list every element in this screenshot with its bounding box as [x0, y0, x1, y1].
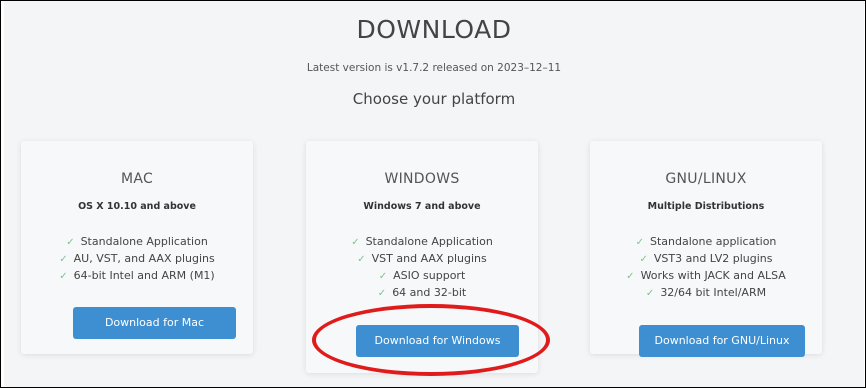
- download-mac-button[interactable]: Download for Mac: [73, 307, 236, 339]
- platform-requirement: Windows 7 and above: [363, 201, 481, 212]
- feature-item: ✓ Standalone Application: [306, 233, 538, 250]
- platform-requirement: OS X 10.10 and above: [78, 201, 196, 212]
- feature-label: Standalone Application: [80, 235, 208, 248]
- check-icon: ✓: [626, 271, 635, 282]
- feature-label: VST and AAX plugins: [371, 252, 487, 265]
- feature-item: ✓ 32/64 bit Intel/ARM: [590, 284, 822, 301]
- choose-platform-heading: Choose your platform: [352, 90, 516, 108]
- check-icon: ✓: [351, 237, 360, 248]
- download-page: DOWNLOAD Latest version is v1.7.2 releas…: [4, 1, 864, 387]
- platform-card-mac: MAC OS X 10.10 and above ✓ Standalone App…: [21, 141, 253, 354]
- feature-list: ✓ Standalone Application ✓ AU, VST, and AA…: [21, 233, 253, 284]
- platform-name: GNU/LINUX: [665, 171, 747, 187]
- check-icon: ✓: [377, 288, 387, 299]
- check-icon: ✓: [66, 237, 75, 248]
- check-icon: ✓: [357, 254, 366, 265]
- feature-label: Standalone Application: [365, 235, 493, 248]
- feature-item: ✓ VST3 and LV2 plugins: [590, 250, 822, 267]
- feature-label: VST3 and LV2 plugins: [653, 252, 773, 265]
- feature-item: ✓ 64-bit Intel and ARM (M1): [21, 267, 253, 284]
- check-icon: ✓: [635, 237, 644, 248]
- check-icon: ✓: [378, 271, 388, 282]
- platform-card-windows: WINDOWS Windows 7 and above ✓ Standalone …: [306, 141, 538, 373]
- feature-label: AU, VST, and AAX plugins: [73, 252, 215, 265]
- feature-label: 64-bit Intel and ARM (M1): [73, 269, 215, 282]
- feature-label: ASIO support: [393, 269, 466, 282]
- check-icon: ✓: [645, 288, 655, 299]
- screenshot-frame: DOWNLOAD Latest version is v1.7.2 releas…: [0, 0, 866, 388]
- platform-requirement: Multiple Distributions: [647, 201, 765, 212]
- feature-list: ✓ Standalone application ✓ VST3 and LV2 pl…: [590, 233, 822, 301]
- platform-name: WINDOWS: [384, 171, 460, 187]
- download-windows-button[interactable]: Download for Windows: [356, 325, 519, 357]
- download-linux-button[interactable]: Download for GNU/Linux: [639, 325, 805, 357]
- feature-item: ✓ Standalone Application: [21, 233, 253, 250]
- check-icon: ✓: [59, 271, 68, 282]
- platform-name: MAC: [120, 171, 154, 187]
- feature-item: ✓ Works with JACK and ALSA: [590, 267, 822, 284]
- check-icon: ✓: [59, 254, 68, 265]
- feature-label: Works with JACK and ALSA: [640, 269, 786, 282]
- platform-card-linux: GNU/LINUX Multiple Distributions ✓ Standa…: [590, 141, 822, 357]
- page-title: DOWNLOAD: [356, 15, 512, 44]
- feature-item: ✓ Standalone application: [590, 233, 822, 250]
- feature-item: ✓ VST and AAX plugins: [306, 250, 538, 267]
- feature-list: ✓ Standalone Application ✓ VST and AAX plu…: [306, 233, 538, 301]
- feature-label: Standalone application: [649, 235, 777, 248]
- feature-item: ✓ 64 and 32-bit: [306, 284, 538, 301]
- check-icon: ✓: [639, 254, 648, 265]
- feature-item: ✓ ASIO support: [306, 267, 538, 284]
- feature-label: 32/64 bit Intel/ARM: [660, 286, 767, 299]
- feature-label: 64 and 32-bit: [392, 286, 467, 299]
- feature-item: ✓ AU, VST, and AAX plugins: [21, 250, 253, 267]
- version-info: Latest version is v1.7.2 released on 202…: [306, 62, 562, 74]
